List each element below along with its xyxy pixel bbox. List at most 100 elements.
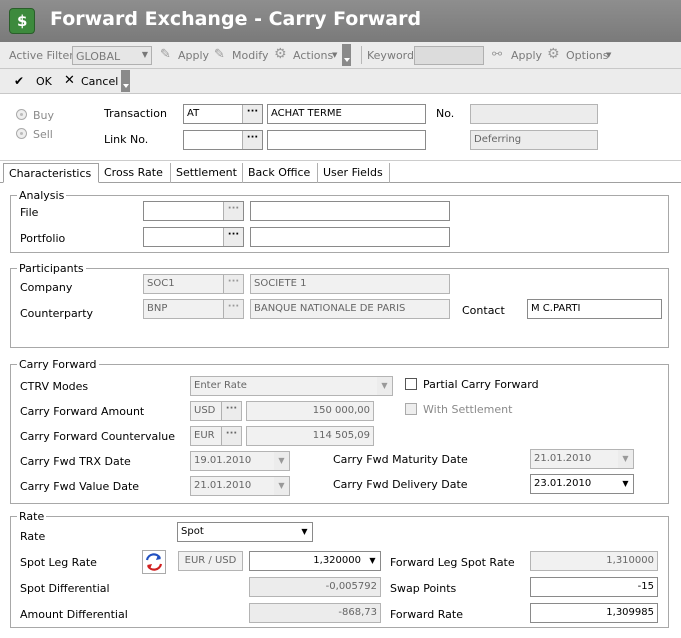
buy-label: Buy [33,109,55,122]
tab-cross-rate[interactable]: Cross Rate [99,163,171,183]
app-logo-icon [9,8,35,34]
active-filter-label: Active Filter [9,49,74,62]
sell-radio[interactable] [16,128,27,139]
partial-carry-forward-checkbox[interactable] [405,378,417,390]
apply-button[interactable]: Apply [178,49,209,62]
cf-maturity-date-label: Carry Fwd Maturity Date [333,453,468,466]
lookup-button: ··· [223,300,243,318]
cf-maturity-date-field: 21.01.2010 ▼ [530,449,634,469]
chevron-down-icon[interactable]: ▼ [618,475,633,493]
status-field: Deferring [470,130,598,150]
link-name-field[interactable] [267,130,426,150]
cf-value-date-field: 21.01.2010 ▼ [190,476,290,496]
contact-label: Contact [462,304,505,317]
cf-amount-label: Carry Forward Amount [20,405,145,418]
transaction-name-field[interactable]: ACHAT TERME [267,104,426,124]
divider [0,160,681,161]
apply-icon: ✎ [160,47,171,62]
lookup-button[interactable]: ··· [223,202,243,220]
cf-trx-date-value: 19.01.2010 [194,455,252,466]
chevron-down-icon: ▼ [618,450,633,468]
keyword-apply-button[interactable]: Apply [511,49,542,62]
filter-toolbar: Active Filter GLOBAL ▼ ✎ Apply ✎ Modify … [0,42,681,69]
transaction-code-field[interactable]: AT ··· [183,104,263,124]
file-code-field[interactable]: ··· [143,201,244,221]
actions-menu[interactable]: Actions [293,49,333,62]
rate-title: Rate [17,510,47,523]
lookup-button[interactable]: ··· [223,228,243,246]
rate-select[interactable]: Spot ▼ [177,522,313,542]
toolbar-separator [361,46,362,64]
options-menu[interactable]: Options [566,49,608,62]
portfolio-label: Portfolio [20,232,66,245]
chevron-down-icon[interactable]: ▼ [365,552,380,570]
forward-rate-field[interactable]: 1,309985 [530,603,658,623]
ok-button[interactable]: OK [36,75,52,88]
chevron-down-icon: ▼ [332,51,338,59]
cf-countervalue-currency-field: EUR ··· [190,426,242,446]
tab-user-fields[interactable]: User Fields [318,163,390,183]
cf-delivery-date-label: Carry Fwd Delivery Date [333,478,468,491]
toolbar-grip[interactable] [342,44,351,66]
file-label: File [20,206,39,219]
cf-countervalue-label: Carry Forward Countervalue [20,430,176,443]
close-icon: ✕ [64,73,75,88]
cancel-button[interactable]: Cancel [81,75,118,88]
rate-label: Rate [20,530,46,543]
window-title: Forward Exchange - Carry Forward [50,8,422,30]
binoculars-icon: ⚯ [492,47,503,61]
forward-rate-label: Forward Rate [390,608,463,621]
toolbar-grip[interactable] [121,70,130,92]
counterparty-code-field: BNP ··· [143,299,244,319]
modify-icon: ✎ [214,47,225,62]
company-code-value: SOC1 [147,278,175,289]
forward-leg-spot-rate-field: 1,310000 [530,551,658,571]
gear-icon: ⚙ [547,46,560,62]
tab-characteristics[interactable]: Characteristics [3,163,99,183]
cf-amount-currency-value: USD [194,405,216,416]
checkmark-icon: ✔ [14,74,25,88]
company-code-field: SOC1 ··· [143,274,244,294]
link-code-field[interactable]: ··· [183,130,263,150]
modify-button[interactable]: Modify [232,49,268,62]
cf-countervalue-field: 114 505,09 [246,426,374,446]
participants-title: Participants [17,262,86,275]
lookup-button[interactable]: ··· [242,105,262,123]
ctrv-modes-label: CTRV Modes [20,380,89,393]
transaction-label: Transaction [104,107,167,120]
chevron-down-icon[interactable]: ▼ [297,523,312,541]
no-field [470,104,598,124]
tab-settlement[interactable]: Settlement [171,163,243,183]
portfolio-code-field[interactable]: ··· [143,227,244,247]
swap-points-field[interactable]: -15 [530,577,658,597]
with-settlement-checkbox [405,403,417,415]
spot-differential-field: -0,005792 [249,577,381,597]
portfolio-name-field[interactable] [250,227,450,247]
active-filter-select[interactable]: GLOBAL ▼ [72,46,152,65]
no-label: No. [436,107,455,120]
chevron-down-icon: ▼ [274,477,289,495]
chevron-down-icon: ▼ [606,51,612,59]
lookup-button: ··· [223,275,243,293]
company-label: Company [20,281,73,294]
cf-value-date-label: Carry Fwd Value Date [20,480,140,493]
tab-bar: Characteristics Cross Rate Settlement Ba… [0,163,681,183]
contact-field[interactable]: M C.PARTI [527,299,662,319]
action-toolbar: ✔ OK ✕ Cancel [0,69,681,94]
keyword-input[interactable] [414,46,484,65]
chevron-down-icon: ▼ [377,377,392,395]
lookup-button[interactable]: ··· [242,131,262,149]
spot-leg-rate-field[interactable]: 1,320000 ▼ [249,551,381,571]
cf-delivery-date-field[interactable]: 23.01.2010 ▼ [530,474,634,494]
tab-back-office[interactable]: Back Office [243,163,318,183]
buy-radio[interactable] [16,109,27,120]
cf-value-date-value: 21.01.2010 [194,480,252,491]
file-name-field[interactable] [250,201,450,221]
cf-maturity-date-value: 21.01.2010 [534,453,592,464]
swap-icon[interactable] [142,550,166,574]
forward-leg-spot-rate-label: Forward Leg Spot Rate [390,556,515,569]
company-name-field: SOCIETE 1 [250,274,450,294]
currency-pair-field: EUR / USD [178,551,243,571]
swap-points-label: Swap Points [390,582,457,595]
cf-delivery-date-value: 23.01.2010 [534,478,592,489]
